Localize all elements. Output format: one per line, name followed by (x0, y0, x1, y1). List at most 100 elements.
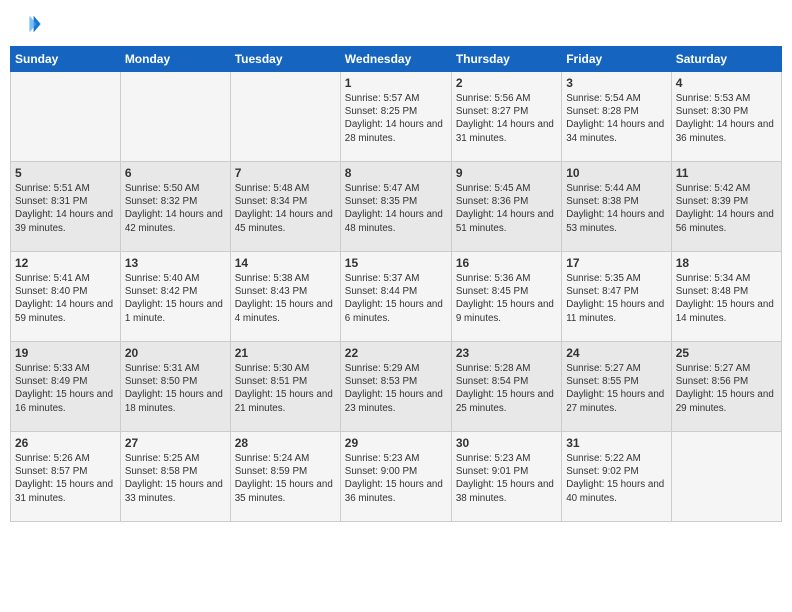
day-number: 8 (345, 166, 447, 180)
day-number: 3 (566, 76, 667, 90)
cell-info: Sunrise: 5:42 AM Sunset: 8:39 PM Dayligh… (676, 182, 777, 235)
cell-info: Sunrise: 5:24 AM Sunset: 8:59 PM Dayligh… (235, 452, 336, 505)
calendar-cell: 10 Sunrise: 5:44 AM Sunset: 8:38 PM Dayli… (562, 162, 672, 252)
calendar-cell: 28 Sunrise: 5:24 AM Sunset: 8:59 PM Dayli… (230, 432, 340, 522)
day-header-thursday: Thursday (451, 47, 561, 72)
cell-info: Sunrise: 5:45 AM Sunset: 8:36 PM Dayligh… (456, 182, 557, 235)
calendar-cell: 3 Sunrise: 5:54 AM Sunset: 8:28 PM Daylig… (562, 72, 672, 162)
calendar-cell (671, 432, 781, 522)
calendar-cell: 21 Sunrise: 5:30 AM Sunset: 8:51 PM Dayli… (230, 342, 340, 432)
cell-info: Sunrise: 5:30 AM Sunset: 8:51 PM Dayligh… (235, 362, 336, 415)
cell-info: Sunrise: 5:57 AM Sunset: 8:25 PM Dayligh… (345, 92, 447, 145)
calendar-cell: 31 Sunrise: 5:22 AM Sunset: 9:02 PM Dayli… (562, 432, 672, 522)
calendar-cell: 19 Sunrise: 5:33 AM Sunset: 8:49 PM Dayli… (11, 342, 121, 432)
day-number: 2 (456, 76, 557, 90)
day-number: 6 (125, 166, 226, 180)
day-number: 10 (566, 166, 667, 180)
day-number: 24 (566, 346, 667, 360)
day-number: 26 (15, 436, 116, 450)
cell-info: Sunrise: 5:48 AM Sunset: 8:34 PM Dayligh… (235, 182, 336, 235)
cell-info: Sunrise: 5:23 AM Sunset: 9:00 PM Dayligh… (345, 452, 447, 505)
cell-info: Sunrise: 5:38 AM Sunset: 8:43 PM Dayligh… (235, 272, 336, 325)
calendar-cell: 30 Sunrise: 5:23 AM Sunset: 9:01 PM Dayli… (451, 432, 561, 522)
calendar-cell: 15Sunrise: 5:37 AM Sunset: 8:44 PM Dayli… (340, 252, 451, 342)
calendar-cell: 25 Sunrise: 5:27 AM Sunset: 8:56 PM Dayli… (671, 342, 781, 432)
day-number: 1 (345, 76, 447, 90)
cell-info: Sunrise: 5:54 AM Sunset: 8:28 PM Dayligh… (566, 92, 667, 145)
cell-info: Sunrise: 5:27 AM Sunset: 8:55 PM Dayligh… (566, 362, 667, 415)
calendar-week-row: 5Sunrise: 5:51 AM Sunset: 8:31 PM Daylig… (11, 162, 782, 252)
cell-info: Sunrise: 5:23 AM Sunset: 9:01 PM Dayligh… (456, 452, 557, 505)
cell-info: Sunrise: 5:53 AM Sunset: 8:30 PM Dayligh… (676, 92, 777, 145)
cell-info: Sunrise: 5:29 AM Sunset: 8:53 PM Dayligh… (345, 362, 447, 415)
calendar-cell: 8 Sunrise: 5:47 AM Sunset: 8:35 PM Daylig… (340, 162, 451, 252)
calendar-cell: 18 Sunrise: 5:34 AM Sunset: 8:48 PM Dayli… (671, 252, 781, 342)
cell-info: Sunrise: 5:47 AM Sunset: 8:35 PM Dayligh… (345, 182, 447, 235)
logo (14, 10, 44, 38)
calendar-cell: 12Sunrise: 5:41 AM Sunset: 8:40 PM Dayli… (11, 252, 121, 342)
calendar-cell (120, 72, 230, 162)
calendar-cell (230, 72, 340, 162)
cell-info: Sunrise: 5:44 AM Sunset: 8:38 PM Dayligh… (566, 182, 667, 235)
cell-info: Sunrise: 5:31 AM Sunset: 8:50 PM Dayligh… (125, 362, 226, 415)
cell-info: Sunrise: 5:40 AM Sunset: 8:42 PM Dayligh… (125, 272, 226, 325)
day-number: 30 (456, 436, 557, 450)
calendar-week-row: 12Sunrise: 5:41 AM Sunset: 8:40 PM Dayli… (11, 252, 782, 342)
cell-info: Sunrise: 5:51 AM Sunset: 8:31 PM Dayligh… (15, 182, 116, 235)
day-number: 16 (456, 256, 557, 270)
calendar-cell: 13 Sunrise: 5:40 AM Sunset: 8:42 PM Dayli… (120, 252, 230, 342)
day-number: 19 (15, 346, 116, 360)
calendar-header-row: SundayMondayTuesdayWednesdayThursdayFrid… (11, 47, 782, 72)
calendar-cell: 26 Sunrise: 5:26 AM Sunset: 8:57 PM Dayli… (11, 432, 121, 522)
cell-info: Sunrise: 5:25 AM Sunset: 8:58 PM Dayligh… (125, 452, 226, 505)
calendar-cell: 7 Sunrise: 5:48 AM Sunset: 8:34 PM Daylig… (230, 162, 340, 252)
cell-info: Sunrise: 5:26 AM Sunset: 8:57 PM Dayligh… (15, 452, 116, 505)
day-number: 9 (456, 166, 557, 180)
cell-info: Sunrise: 5:35 AM Sunset: 8:47 PM Dayligh… (566, 272, 667, 325)
day-header-wednesday: Wednesday (340, 47, 451, 72)
day-header-sunday: Sunday (11, 47, 121, 72)
day-number: 31 (566, 436, 667, 450)
day-number: 13 (125, 256, 226, 270)
day-number: 27 (125, 436, 226, 450)
cell-info: Sunrise: 5:36 AM Sunset: 8:45 PM Dayligh… (456, 272, 557, 325)
day-number: 21 (235, 346, 336, 360)
day-number: 29 (345, 436, 447, 450)
cell-info: Sunrise: 5:56 AM Sunset: 8:27 PM Dayligh… (456, 92, 557, 145)
day-number: 20 (125, 346, 226, 360)
logo-icon (14, 10, 42, 38)
calendar-cell: 4Sunrise: 5:53 AM Sunset: 8:30 PM Daylig… (671, 72, 781, 162)
cell-info: Sunrise: 5:22 AM Sunset: 9:02 PM Dayligh… (566, 452, 667, 505)
day-number: 14 (235, 256, 336, 270)
day-number: 7 (235, 166, 336, 180)
day-header-monday: Monday (120, 47, 230, 72)
calendar-cell: 17 Sunrise: 5:35 AM Sunset: 8:47 PM Dayli… (562, 252, 672, 342)
calendar-cell: 11Sunrise: 5:42 AM Sunset: 8:39 PM Dayli… (671, 162, 781, 252)
calendar-cell: 6 Sunrise: 5:50 AM Sunset: 8:32 PM Daylig… (120, 162, 230, 252)
day-header-tuesday: Tuesday (230, 47, 340, 72)
calendar-week-row: 26 Sunrise: 5:26 AM Sunset: 8:57 PM Dayli… (11, 432, 782, 522)
calendar-table: SundayMondayTuesdayWednesdayThursdayFrid… (10, 46, 782, 522)
day-number: 25 (676, 346, 777, 360)
cell-info: Sunrise: 5:33 AM Sunset: 8:49 PM Dayligh… (15, 362, 116, 415)
day-header-friday: Friday (562, 47, 672, 72)
calendar-cell (11, 72, 121, 162)
day-number: 15 (345, 256, 447, 270)
cell-info: Sunrise: 5:34 AM Sunset: 8:48 PM Dayligh… (676, 272, 777, 325)
cell-info: Sunrise: 5:50 AM Sunset: 8:32 PM Dayligh… (125, 182, 226, 235)
calendar-week-row: 1 Sunrise: 5:57 AM Sunset: 8:25 PM Daylig… (11, 72, 782, 162)
calendar-cell: 14 Sunrise: 5:38 AM Sunset: 8:43 PM Dayli… (230, 252, 340, 342)
day-number: 23 (456, 346, 557, 360)
day-number: 28 (235, 436, 336, 450)
day-number: 22 (345, 346, 447, 360)
calendar-cell: 16 Sunrise: 5:36 AM Sunset: 8:45 PM Dayli… (451, 252, 561, 342)
cell-info: Sunrise: 5:28 AM Sunset: 8:54 PM Dayligh… (456, 362, 557, 415)
calendar-cell: 22 Sunrise: 5:29 AM Sunset: 8:53 PM Dayli… (340, 342, 451, 432)
calendar-cell: 2 Sunrise: 5:56 AM Sunset: 8:27 PM Daylig… (451, 72, 561, 162)
day-number: 18 (676, 256, 777, 270)
calendar-cell: 29 Sunrise: 5:23 AM Sunset: 9:00 PM Dayli… (340, 432, 451, 522)
day-number: 17 (566, 256, 667, 270)
cell-info: Sunrise: 5:27 AM Sunset: 8:56 PM Dayligh… (676, 362, 777, 415)
calendar-cell: 20 Sunrise: 5:31 AM Sunset: 8:50 PM Dayli… (120, 342, 230, 432)
cell-info: Sunrise: 5:41 AM Sunset: 8:40 PM Dayligh… (15, 272, 116, 325)
